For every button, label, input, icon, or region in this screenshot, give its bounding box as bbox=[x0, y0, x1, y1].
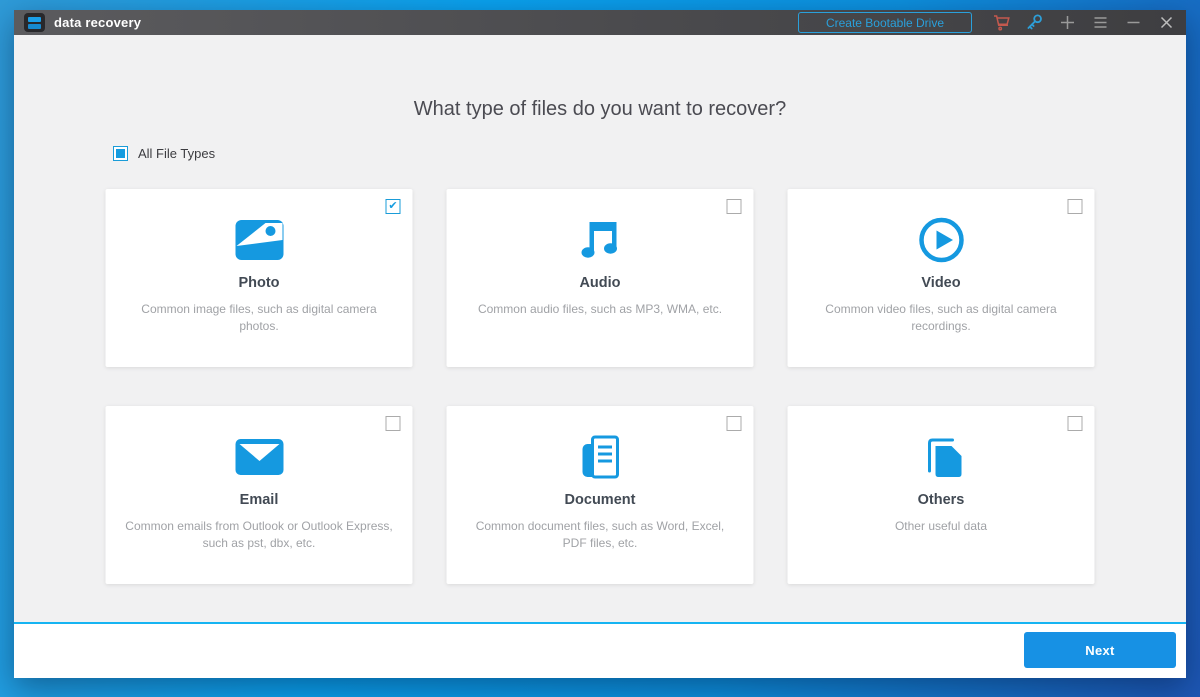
photo-checkbox[interactable] bbox=[386, 199, 401, 214]
footer-bar: Next bbox=[14, 622, 1186, 678]
main-content: What type of files do you want to recove… bbox=[14, 35, 1186, 622]
file-type-grid: Photo Common image files, such as digita… bbox=[106, 189, 1095, 584]
card-email[interactable]: Email Common emails from Outlook or Outl… bbox=[106, 406, 413, 584]
card-description: Common video files, such as digital came… bbox=[788, 301, 1095, 336]
email-checkbox[interactable] bbox=[386, 416, 401, 431]
page-title: What type of files do you want to recove… bbox=[14, 35, 1186, 121]
app-logo-icon bbox=[24, 13, 45, 32]
card-description: Other useful data bbox=[788, 518, 1095, 535]
menu-icon[interactable] bbox=[1091, 13, 1110, 32]
card-title: Audio bbox=[447, 275, 754, 291]
card-others[interactable]: Others Other useful data bbox=[788, 406, 1095, 584]
card-title: Video bbox=[788, 275, 1095, 291]
card-description: Common emails from Outlook or Outlook Ex… bbox=[106, 518, 413, 553]
cart-icon[interactable] bbox=[992, 13, 1011, 32]
photo-icon bbox=[106, 217, 413, 263]
all-file-types-label: All File Types bbox=[138, 146, 215, 161]
card-title: Photo bbox=[106, 275, 413, 291]
key-icon[interactable] bbox=[1025, 13, 1044, 32]
close-icon[interactable] bbox=[1157, 13, 1176, 32]
card-description: Common audio files, such as MP3, WMA, et… bbox=[447, 301, 754, 318]
others-checkbox[interactable] bbox=[1068, 416, 1083, 431]
files-icon bbox=[788, 434, 1095, 480]
music-note-icon bbox=[447, 217, 754, 263]
play-icon bbox=[788, 217, 1095, 263]
card-audio[interactable]: Audio Common audio files, such as MP3, W… bbox=[447, 189, 754, 367]
document-checkbox[interactable] bbox=[727, 416, 742, 431]
video-checkbox[interactable] bbox=[1068, 199, 1083, 214]
all-file-types-toggle[interactable]: All File Types bbox=[113, 146, 215, 161]
titlebar: data recovery Create Bootable Drive bbox=[14, 10, 1186, 35]
card-description: Common document files, such as Word, Exc… bbox=[447, 518, 754, 553]
next-button[interactable]: Next bbox=[1024, 632, 1176, 668]
card-photo[interactable]: Photo Common image files, such as digita… bbox=[106, 189, 413, 367]
all-file-types-checkbox[interactable] bbox=[113, 146, 128, 161]
card-title: Email bbox=[106, 492, 413, 508]
document-icon bbox=[447, 434, 754, 480]
app-title: data recovery bbox=[54, 15, 141, 30]
app-window: data recovery Create Bootable Drive bbox=[14, 10, 1186, 678]
audio-checkbox[interactable] bbox=[727, 199, 742, 214]
card-title: Document bbox=[447, 492, 754, 508]
card-video[interactable]: Video Common video files, such as digita… bbox=[788, 189, 1095, 367]
card-document[interactable]: Document Common document files, such as … bbox=[447, 406, 754, 584]
envelope-icon bbox=[106, 434, 413, 480]
minimize-icon[interactable] bbox=[1124, 13, 1143, 32]
add-icon[interactable] bbox=[1058, 13, 1077, 32]
card-description: Common image files, such as digital came… bbox=[106, 301, 413, 336]
create-bootable-drive-button[interactable]: Create Bootable Drive bbox=[798, 12, 972, 33]
titlebar-controls: Create Bootable Drive bbox=[798, 12, 1176, 33]
card-title: Others bbox=[788, 492, 1095, 508]
